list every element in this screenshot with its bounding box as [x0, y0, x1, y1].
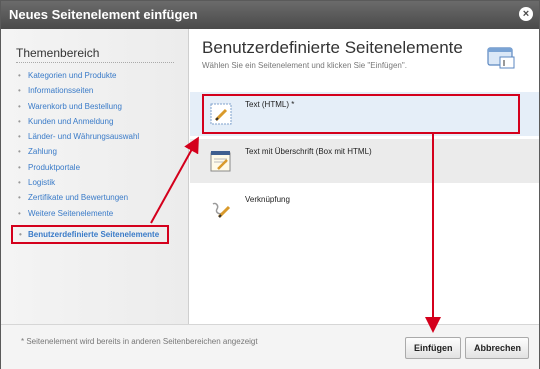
footnote: * Seitenelement wird bereits in anderen …	[21, 337, 258, 346]
sidebar-item-benutzerdefiniert[interactable]: Benutzerdefinierte Seitenelemente	[11, 225, 169, 244]
dialog-window-icon	[487, 47, 515, 69]
category-sidebar: Themenbereich Kategorien und Produkte In…	[1, 29, 189, 324]
sidebar-item-produktportale[interactable]: Produktportale	[18, 160, 139, 176]
sidebar-item-kategorien[interactable]: Kategorien und Produkte	[18, 68, 139, 84]
sidebar-item-warenkorb[interactable]: Warenkorb und Bestellung	[18, 99, 139, 115]
sidebar-heading: Themenbereich	[16, 46, 100, 60]
sidebar-item-logistik[interactable]: Logistik	[18, 175, 139, 191]
element-label: Text (HTML) *	[245, 100, 295, 109]
sidebar-item-weitere[interactable]: Weitere Seitenelemente	[18, 206, 139, 222]
dialog-titlebar[interactable]: Neues Seitenelement einfügen ×	[1, 1, 539, 29]
element-label: Verknüpfung	[245, 195, 290, 204]
panel-title: Benutzerdefinierte Seitenelemente	[202, 38, 463, 57]
close-icon[interactable]: ×	[519, 7, 533, 21]
insert-page-element-dialog: Neues Seitenelement einfügen × Themenber…	[0, 0, 540, 369]
element-text-with-heading[interactable]: Text mit Überschrift (Box mit HTML)	[190, 139, 539, 183]
insert-button[interactable]: Einfügen	[405, 337, 461, 359]
element-label: Text mit Überschrift (Box mit HTML)	[245, 147, 372, 156]
panel-subtitle: Wählen Sie ein Seitenelement und klicken…	[202, 61, 407, 70]
sidebar-item-zahlung[interactable]: Zahlung	[18, 144, 139, 160]
dialog-title: Neues Seitenelement einfügen	[9, 7, 198, 22]
sidebar-item-informationsseiten[interactable]: Informationsseiten	[18, 83, 139, 99]
element-text-html[interactable]: Text (HTML) *	[190, 92, 539, 136]
cancel-button[interactable]: Abbrechen	[465, 337, 529, 359]
sidebar-item-zertifikate[interactable]: Zertifikate und Bewertungen	[18, 190, 139, 206]
element-verknuepfung[interactable]: Verknüpfung	[190, 187, 539, 231]
sidebar-item-laender[interactable]: Länder- und Währungsauswahl	[18, 129, 139, 145]
category-list: Kategorien und Produkte Informationsseit…	[18, 68, 139, 221]
link-pen-icon	[212, 202, 231, 219]
sidebar-item-kunden[interactable]: Kunden und Anmeldung	[18, 114, 139, 130]
notepad-icon	[210, 151, 231, 172]
dialog-footer: * Seitenelement wird bereits in anderen …	[1, 324, 539, 369]
pencil-note-icon	[210, 103, 232, 125]
sidebar-divider	[16, 62, 174, 63]
element-panel: Benutzerdefinierte Seitenelemente Wählen…	[190, 29, 539, 324]
